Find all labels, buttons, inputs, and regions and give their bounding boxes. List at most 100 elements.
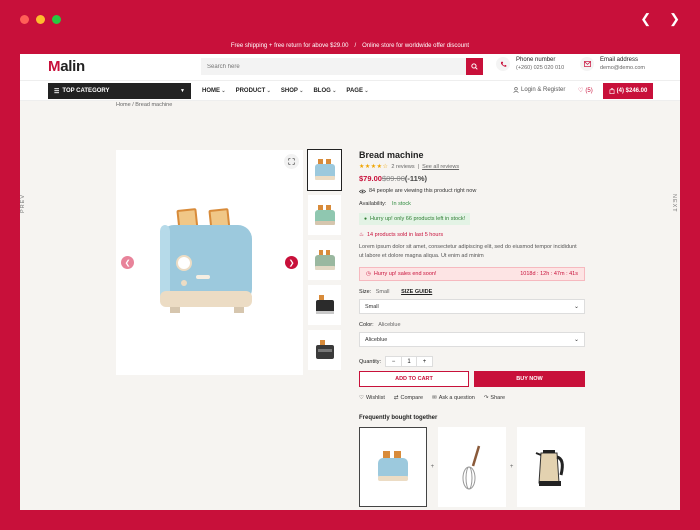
browser-nav: ❮ ❯	[640, 11, 680, 27]
menu-label: BLOG	[313, 88, 331, 94]
wishlist-action[interactable]: ♡ Wishlist	[359, 395, 385, 401]
zoom-button[interactable]	[284, 154, 299, 169]
chevron-left-icon: ❮	[124, 259, 131, 267]
chevron-down-icon: ⌄	[573, 337, 579, 343]
color-selected: Aliceblue	[365, 336, 388, 343]
heart-icon: ♡	[359, 395, 364, 401]
add-to-cart-button[interactable]: ADD TO CART	[359, 371, 469, 387]
main-nav: ☰ TOP CATEGORY ▼ HOME ⌄ PRODUCT ⌄ SHOP ⌄…	[20, 81, 680, 101]
thumbnail-dark-toaster[interactable]	[308, 330, 341, 370]
compare-action[interactable]: ⇄ Compare	[394, 395, 423, 401]
minimize-dot[interactable]	[36, 15, 45, 24]
top-category-label: TOP CATEGORY	[62, 88, 110, 94]
price: $79.00 $89.00 (-11%)	[359, 174, 585, 183]
buy-now-button[interactable]: BUY NOW	[474, 371, 585, 387]
chevron-down-icon: ⌄	[330, 88, 337, 94]
quantity-minus-button[interactable]: −	[386, 357, 401, 366]
chevron-down-icon: ⌄	[220, 88, 226, 94]
thumbnail-blue-toaster[interactable]	[307, 149, 342, 191]
prev-product-link[interactable]: PREV	[20, 194, 26, 213]
prev-image-button[interactable]: ❮	[121, 256, 134, 269]
maximize-dot[interactable]	[52, 15, 61, 24]
share-action[interactable]: ↷ Share	[484, 395, 505, 401]
stock-alert-text: Hurry up! only 66 products left in stock…	[370, 216, 466, 222]
wishlist-action-label: Wishlist	[365, 395, 385, 401]
toaster-thumb-image	[314, 159, 335, 180]
size-selected: Small	[365, 303, 379, 310]
search-input[interactable]	[201, 58, 466, 75]
email-value[interactable]: demo@demo.com	[600, 65, 645, 71]
toaster-thumb-image	[377, 451, 408, 481]
quantity-input[interactable]: 1	[401, 357, 418, 366]
whisk-image	[462, 445, 481, 490]
promo-right: Online store for worldwide offer discoun…	[362, 43, 470, 49]
phone-value[interactable]: (+260) 025 020 010	[516, 65, 564, 71]
sale-countdown: ◷ Hurry up! sales end soon! 1018d : 12h …	[359, 267, 585, 281]
menu-label: SHOP	[280, 88, 298, 94]
product-actions: ♡ Wishlist ⇄ Compare ✉ Ask a question ↷ Shar…	[359, 395, 585, 401]
review-count[interactable]: 2 reviews	[391, 164, 414, 170]
login-label: Login & Register	[521, 87, 566, 93]
logo-letter: M	[48, 58, 61, 75]
ask-question-action[interactable]: ✉ Ask a question	[432, 395, 475, 401]
toaster-thumb-image	[315, 295, 334, 314]
promo-bar: Free shipping + free return for above $2…	[20, 38, 680, 54]
menu-item-product[interactable]: PRODUCT ⌄	[236, 88, 271, 94]
rating-divider: |	[417, 163, 420, 170]
product-info: Bread machine ★★★★☆ 2 reviews | See all …	[359, 150, 585, 507]
frequently-bought-title: Frequently bought together	[359, 415, 438, 421]
product-description: Lorem ipsum dolor sit amet, consectetur …	[359, 244, 577, 259]
menu-icon: ☰	[54, 88, 60, 95]
user-icon	[513, 87, 519, 93]
size-value: Small	[375, 289, 390, 295]
menu-item-home[interactable]: HOME ⌄	[202, 88, 226, 94]
logo[interactable]: Malin	[48, 58, 85, 75]
email-contact: Email address demo@demo.com	[580, 57, 645, 71]
fbt-item-kettle[interactable]	[517, 427, 585, 507]
star-rating: ★★★★☆	[359, 164, 389, 170]
top-category-button[interactable]: ☰ TOP CATEGORY ▼	[48, 83, 191, 99]
fbt-item-whisk[interactable]	[438, 427, 506, 507]
next-product-link[interactable]: NEXT	[671, 194, 677, 213]
size-select[interactable]: Small ⌄	[359, 299, 585, 314]
main-product-image[interactable]: ❮ ❯	[116, 150, 303, 375]
question-icon: ✉	[432, 395, 437, 401]
bag-icon	[609, 88, 615, 94]
size-guide-link[interactable]: SIZE GUIDE	[401, 289, 432, 295]
quantity-plus-button[interactable]: +	[417, 357, 432, 366]
see-all-reviews-link[interactable]: See all reviews	[422, 164, 459, 170]
plus-icon: +	[430, 464, 435, 470]
heart-icon: ♡	[578, 88, 584, 94]
menu-item-shop[interactable]: SHOP ⌄	[281, 88, 304, 94]
close-dot[interactable]	[20, 15, 29, 24]
size-label: Size:	[359, 289, 372, 295]
cart-button[interactable]: (4) $246.00	[603, 83, 653, 99]
menu-item-blog[interactable]: BLOG ⌄	[313, 88, 336, 94]
logo-text: alin	[60, 58, 85, 75]
next-image-button[interactable]: ❯	[285, 256, 298, 269]
availability-label: Availability:	[359, 201, 387, 207]
thumbnail-sage-toaster[interactable]	[308, 240, 341, 280]
menu-item-page[interactable]: PAGE ⌄	[346, 88, 368, 94]
login-link[interactable]: Login & Register	[513, 87, 565, 93]
menu-label: PRODUCT	[235, 88, 266, 94]
breadcrumb[interactable]: Home / Bread machine	[116, 102, 172, 108]
fbt-item-toaster[interactable]	[359, 427, 427, 507]
chevron-down-icon: ⌄	[362, 88, 369, 94]
price-old: $89.00	[381, 174, 405, 183]
thumbnail-green-toaster[interactable]	[308, 195, 341, 235]
search-button[interactable]	[466, 58, 483, 75]
sold-text: 14 products sold in last 5 hours	[366, 232, 444, 238]
frequently-bought-list: + +	[359, 427, 585, 507]
thumbnail-black-toaster[interactable]	[308, 285, 341, 325]
wishlist-count: (5)	[585, 87, 593, 94]
price-discount: (-11%)	[404, 174, 427, 183]
menu-bar: HOME ⌄ PRODUCT ⌄ SHOP ⌄ BLOG ⌄ PAGE ⌄	[202, 81, 369, 101]
chevron-right-icon[interactable]: ❯	[669, 11, 680, 27]
toaster-image	[160, 208, 252, 313]
color-select[interactable]: Aliceblue ⌄	[359, 332, 585, 347]
chevron-left-icon[interactable]: ❮	[640, 11, 651, 27]
quantity-label: Quantity:	[359, 358, 382, 365]
wishlist-link[interactable]: ♡ (5)	[578, 87, 593, 95]
promo-separator: /	[354, 43, 357, 49]
